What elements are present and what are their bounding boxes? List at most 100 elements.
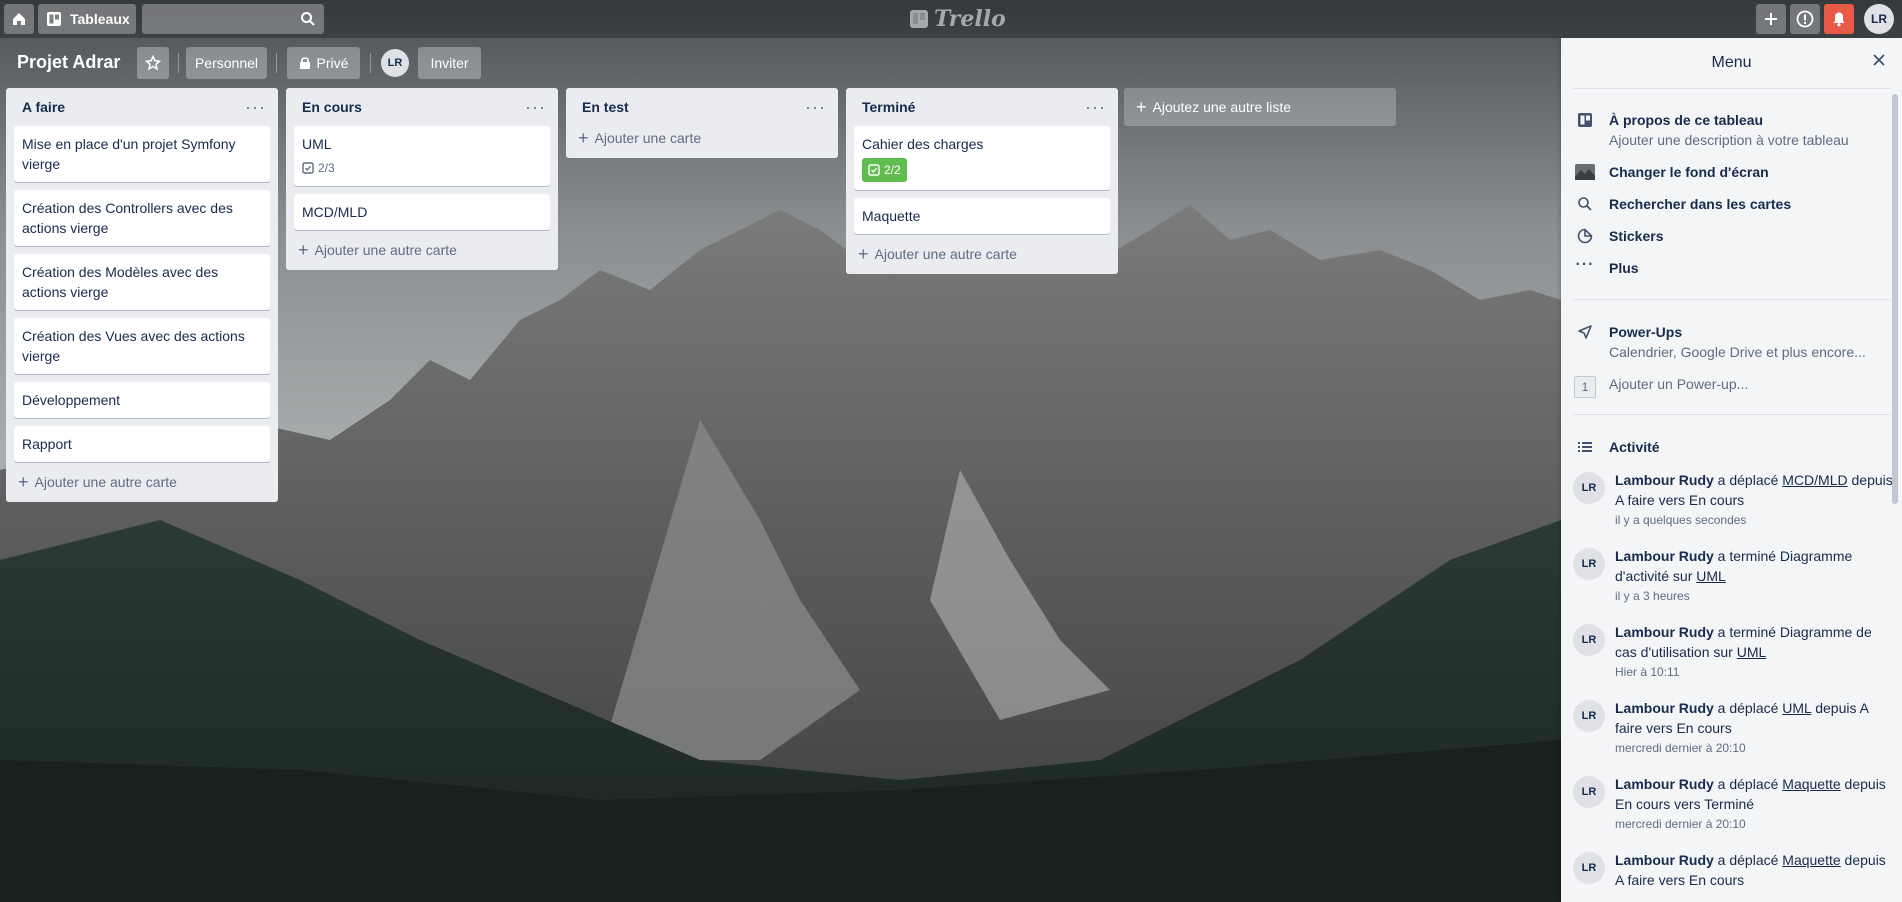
- activity-user[interactable]: Lambour Rudy: [1615, 548, 1714, 564]
- add-list-label: Ajoutez une autre liste: [1152, 99, 1292, 115]
- card[interactable]: Cahier des charges 2/2: [854, 126, 1110, 190]
- list-en-cours[interactable]: En cours ··· UML 2/3 MCD/MLD + Ajouter u…: [286, 88, 558, 270]
- list-menu-icon[interactable]: ···: [245, 98, 266, 116]
- list-title[interactable]: A faire: [22, 99, 65, 115]
- team-button[interactable]: Personnel: [186, 47, 267, 79]
- activity-card-link[interactable]: UML: [1737, 644, 1767, 660]
- add-card-button[interactable]: + Ajouter une autre carte: [854, 242, 1110, 266]
- card[interactable]: Rapport: [14, 426, 270, 462]
- avatar[interactable]: LR: [1573, 472, 1605, 504]
- list-title[interactable]: Terminé: [862, 99, 915, 115]
- card[interactable]: Création des Vues avec des actions vierg…: [14, 318, 270, 374]
- checklist-badge: 2/3: [302, 158, 542, 178]
- card[interactable]: Création des Controllers avec des action…: [14, 190, 270, 246]
- add-powerup-label: Ajouter un Power-up...: [1609, 376, 1749, 392]
- activity-user[interactable]: Lambour Rudy: [1615, 472, 1714, 488]
- list-header[interactable]: A faire ···: [14, 88, 270, 126]
- trello-logo[interactable]: Trello: [910, 6, 1006, 32]
- card[interactable]: Création des Modèles avec des actions vi…: [14, 254, 270, 310]
- add-card-button[interactable]: + Ajouter une autre carte: [294, 238, 550, 262]
- visibility-button[interactable]: Privé: [287, 47, 360, 79]
- activity-time[interactable]: mercredi dernier à 20:10: [1615, 738, 1893, 758]
- activity-time[interactable]: mercredi dernier à 20:10: [1615, 814, 1893, 834]
- menu-item-powerups[interactable]: Power-Ups Calendrier, Google Drive et pl…: [1573, 322, 1866, 362]
- list-menu-icon[interactable]: ···: [805, 98, 826, 116]
- card[interactable]: Développement: [14, 382, 270, 418]
- home-button[interactable]: [4, 4, 34, 34]
- card-title: MCD/MLD: [302, 204, 368, 220]
- search-icon: [1578, 197, 1592, 211]
- card[interactable]: Maquette: [854, 198, 1110, 234]
- notifications-button[interactable]: [1824, 4, 1854, 34]
- user-avatar[interactable]: LR: [1864, 4, 1894, 34]
- menu-item-search-cards[interactable]: Rechercher dans les cartes: [1573, 194, 1791, 214]
- search-input[interactable]: [142, 4, 308, 34]
- activity-user[interactable]: Lambour Rudy: [1615, 776, 1714, 792]
- plus-icon: +: [578, 128, 589, 148]
- menu-item-more[interactable]: ··· Plus: [1573, 256, 1639, 278]
- avatar[interactable]: LR: [1573, 700, 1605, 732]
- card[interactable]: UML 2/3: [294, 126, 550, 186]
- add-list-button[interactable]: + Ajoutez une autre liste: [1124, 88, 1396, 126]
- list-termine[interactable]: Terminé ··· Cahier des charges 2/2 Maque…: [846, 88, 1118, 274]
- activity-card-link[interactable]: MCD/MLD: [1782, 472, 1847, 488]
- board-title[interactable]: Projet Adrar: [17, 52, 120, 73]
- trello-logo-text: Trello: [934, 6, 1006, 32]
- card[interactable]: Mise en place d'un projet Symfony vierge: [14, 126, 270, 182]
- header-divider: [178, 53, 179, 73]
- activity-time[interactable]: Hier à 10:11: [1615, 662, 1893, 682]
- checklist-complete-badge: 2/2: [862, 158, 907, 182]
- avatar[interactable]: LR: [1573, 852, 1605, 884]
- activity-card-link[interactable]: UML: [1696, 568, 1726, 584]
- header-divider: [276, 53, 277, 73]
- activity-card-link[interactable]: Maquette: [1782, 852, 1840, 868]
- list-en-test[interactable]: En test ··· + Ajouter une carte: [566, 88, 838, 158]
- checklist-count: 2/3: [318, 161, 335, 175]
- activity-list-icon: [1578, 442, 1592, 452]
- activity-card-link[interactable]: Maquette: [1782, 776, 1840, 792]
- avatar[interactable]: LR: [1573, 624, 1605, 656]
- board-icon: [1578, 113, 1592, 127]
- board-member-avatar[interactable]: LR: [381, 49, 409, 77]
- search-icon[interactable]: [300, 11, 316, 27]
- add-card-button[interactable]: + Ajouter une carte: [574, 126, 830, 150]
- invite-button[interactable]: Inviter: [418, 47, 481, 79]
- list-title[interactable]: En cours: [302, 99, 362, 115]
- list-a-faire[interactable]: A faire ··· Mise en place d'un projet Sy…: [6, 88, 278, 502]
- avatar[interactable]: LR: [1573, 548, 1605, 580]
- activity-text: a déplacé: [1713, 700, 1783, 716]
- list-menu-icon[interactable]: ···: [1085, 98, 1106, 116]
- list-header[interactable]: En cours ···: [294, 88, 550, 126]
- star-board-button[interactable]: [137, 47, 169, 79]
- activity-card-link[interactable]: UML: [1782, 700, 1811, 716]
- team-label: Personnel: [194, 55, 259, 71]
- visibility-label: Privé: [316, 55, 349, 71]
- close-menu-button[interactable]: [1871, 52, 1887, 73]
- card[interactable]: MCD/MLD: [294, 194, 550, 230]
- menu-item-about[interactable]: À propos de ce tableau Ajouter une descr…: [1573, 110, 1849, 150]
- activity-user[interactable]: Lambour Rudy: [1615, 624, 1714, 640]
- more-icon: ···: [1575, 256, 1595, 273]
- list-title[interactable]: En test: [582, 99, 629, 115]
- add-card-button[interactable]: + Ajouter une autre carte: [14, 470, 270, 494]
- menu-scrollbar[interactable]: [1892, 94, 1898, 504]
- activity-user[interactable]: Lambour Rudy: [1615, 852, 1714, 868]
- boards-button[interactable]: Tableaux: [38, 4, 136, 34]
- powerups-sub: Calendrier, Google Drive et plus encore.…: [1609, 344, 1866, 360]
- info-icon: [1796, 10, 1814, 28]
- activity-user[interactable]: Lambour Rudy: [1615, 700, 1714, 716]
- list-menu-icon[interactable]: ···: [525, 98, 546, 116]
- info-button[interactable]: [1790, 4, 1820, 34]
- list-header[interactable]: En test ···: [574, 88, 830, 126]
- menu-item-add-powerup[interactable]: 1 Ajouter un Power-up...: [1573, 374, 1748, 398]
- activity-time[interactable]: il y a quelques secondes: [1615, 510, 1893, 530]
- avatar[interactable]: LR: [1573, 776, 1605, 808]
- menu-item-stickers[interactable]: Stickers: [1573, 226, 1663, 246]
- member-initials: LR: [387, 57, 403, 69]
- menu-item-background[interactable]: Changer le fond d'écran: [1573, 162, 1769, 182]
- activity-item: LR Lambour Rudy a déplacé Maquette depui…: [1573, 774, 1893, 834]
- search-box[interactable]: [142, 4, 324, 34]
- activity-time[interactable]: il y a 3 heures: [1615, 586, 1893, 606]
- create-button[interactable]: [1756, 4, 1786, 34]
- list-header[interactable]: Terminé ···: [854, 88, 1110, 126]
